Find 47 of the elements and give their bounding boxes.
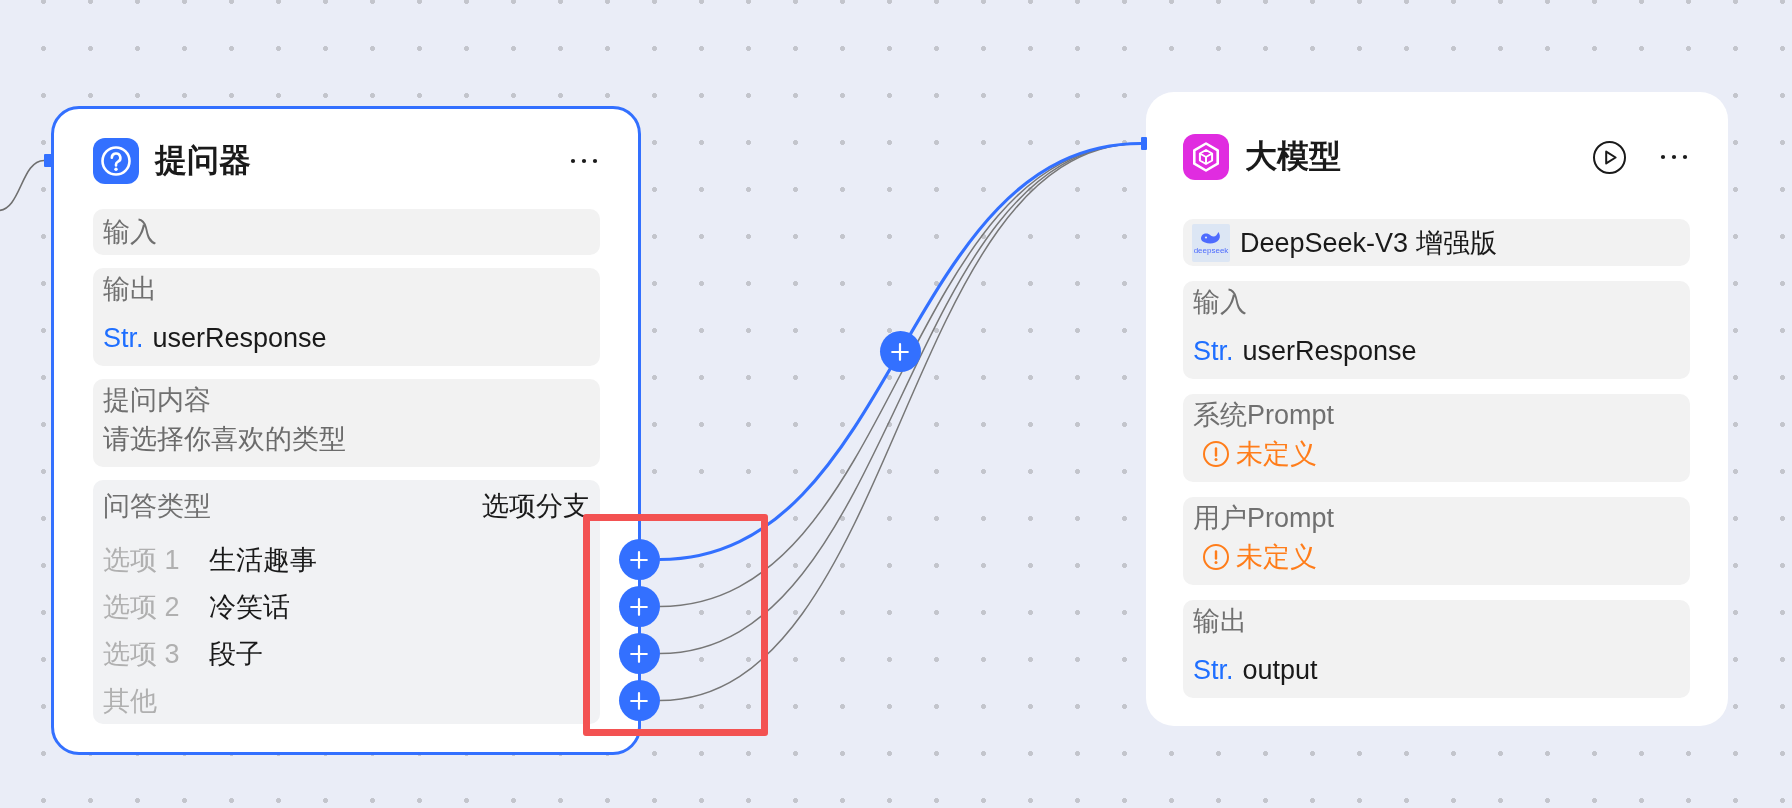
node-title: 提问器 — [155, 143, 251, 179]
question-text: 请选择你喜欢的类型 — [103, 423, 346, 455]
option-value: 生活趣事 — [209, 543, 317, 576]
add-branch-button[interactable] — [618, 539, 660, 580]
option-label: 其他 — [103, 684, 157, 717]
variable-type: Str. — [103, 322, 144, 354]
option-value: 冷笑话 — [209, 590, 290, 623]
variable-name: userResponse — [152, 322, 327, 354]
warning-icon — [1203, 441, 1229, 467]
logo-text: deepseek — [1193, 245, 1229, 255]
input-handle[interactable] — [1141, 137, 1147, 150]
plus-icon — [630, 691, 648, 710]
variable-name: output — [1242, 654, 1318, 686]
add-branch-button[interactable] — [618, 680, 660, 721]
field-label: 用户Prompt — [1193, 502, 1335, 534]
field-label: 输出 — [103, 273, 157, 305]
field-label: 提问内容 — [103, 384, 211, 416]
add-node-button[interactable] — [879, 331, 921, 372]
plus-icon — [630, 644, 648, 663]
add-branch-button[interactable] — [618, 586, 660, 627]
more-icon[interactable] — [1660, 154, 1688, 160]
variable-type: Str. — [1193, 335, 1234, 367]
whale-icon — [1200, 230, 1222, 245]
play-icon[interactable] — [1593, 140, 1626, 174]
status-text: 未定义 — [1236, 438, 1317, 470]
option-label: 选项 1 — [103, 543, 180, 576]
input-handle[interactable] — [44, 154, 53, 167]
warning-icon — [1203, 544, 1229, 570]
field-label: 输入 — [1193, 286, 1247, 318]
option-label: 选项 3 — [103, 637, 180, 670]
plus-icon — [630, 597, 648, 616]
more-icon[interactable] — [570, 158, 598, 164]
option-value: 段子 — [209, 637, 263, 670]
field-label: 系统Prompt — [1193, 399, 1335, 431]
branch-mode-label: 选项分支 — [482, 490, 590, 522]
field-label: 输出 — [1193, 605, 1247, 637]
plus-icon — [630, 550, 648, 569]
node-title: 大模型 — [1245, 139, 1341, 175]
model-name[interactable]: DeepSeek-V3 增强版 — [1240, 226, 1497, 259]
field-label: 输入 — [103, 216, 157, 248]
status-text: 未定义 — [1236, 541, 1317, 573]
plus-icon — [891, 342, 910, 361]
field-label: 问答类型 — [103, 490, 211, 522]
option-label: 选项 2 — [103, 590, 180, 623]
variable-name: userResponse — [1242, 335, 1417, 367]
variable-type: Str. — [1193, 654, 1234, 686]
add-branch-button[interactable] — [618, 633, 660, 674]
